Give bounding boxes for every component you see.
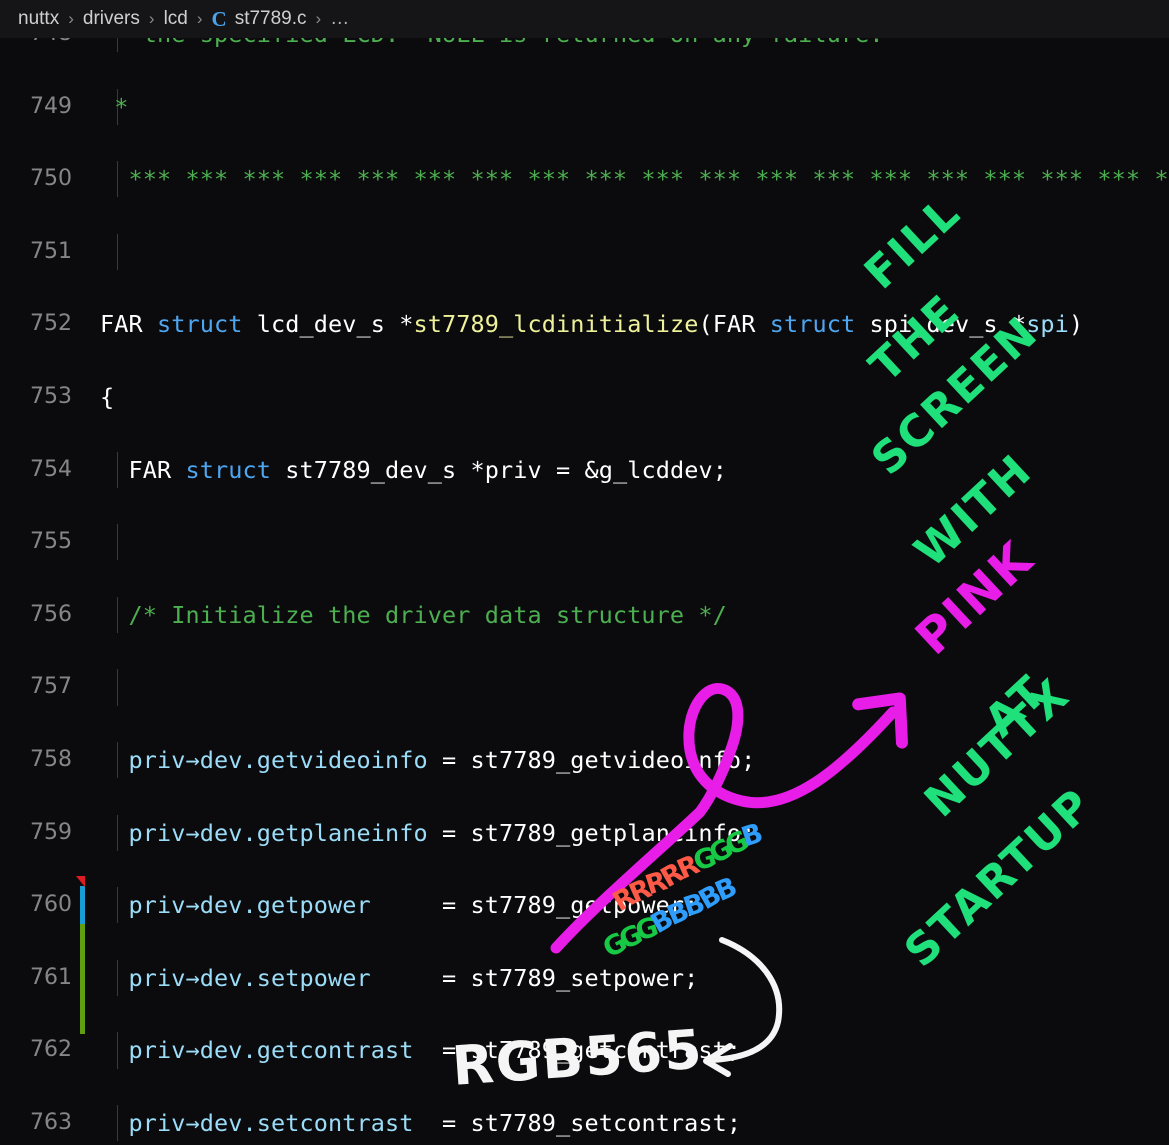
code-lines-container: 748 * the specified LCD. NULL is returne…: [0, 38, 1169, 1142]
code-text: * the specified LCD. NULL is returned on…: [100, 38, 884, 52]
line-number: 748: [0, 38, 72, 52]
added-marker[interactable]: [80, 924, 85, 1034]
code-line[interactable]: 760 priv→dev.getpower = st7789_getpower;: [0, 887, 1169, 924]
code-text: priv→dev.getpower = st7789_getpower;: [100, 887, 698, 923]
breadcrumb-separator-icon: ›: [196, 9, 203, 28]
code-text: /* Initialize the driver data structure …: [100, 597, 727, 633]
token: = st7789_getcontrast;: [413, 1036, 742, 1065]
line-number: 756: [30, 601, 72, 627]
line-number: 762: [30, 1037, 72, 1063]
line-number: 760: [30, 892, 72, 918]
code-line[interactable]: 761 priv→dev.setpower = st7789_setpower;: [0, 959, 1169, 997]
breadcrumb-item-file[interactable]: st7789.c: [235, 8, 307, 30]
code-line[interactable]: 750 *** *** *** *** *** *** *** *** *** …: [0, 161, 1169, 198]
code-text: {: [100, 379, 114, 415]
token: *** *** *** *** *** *** *** *** *** *** …: [128, 165, 1169, 194]
token: FAR: [100, 310, 157, 339]
c-file-icon: C: [211, 6, 227, 31]
indent-guide: [117, 233, 118, 271]
line-number: 751: [30, 238, 72, 264]
code-text: FAR struct lcd_dev_s *st7789_lcdinitiali…: [100, 306, 1083, 342]
token: spi_dev_s *: [855, 310, 1027, 339]
token: struct: [157, 310, 243, 339]
code-line[interactable]: 748 * the specified LCD. NULL is returne…: [0, 38, 1169, 53]
code-line[interactable]: 752 FAR struct lcd_dev_s *st7789_lcdiniti…: [0, 306, 1169, 342]
code-line[interactable]: 756 /* Initialize the driver data struct…: [0, 596, 1169, 634]
token: = st7789_getpower;: [370, 891, 699, 920]
line-number: 761: [30, 964, 72, 990]
code-text: *** *** *** *** *** *** *** *** *** *** …: [100, 161, 1169, 197]
token: * the specified LCD. NULL is returned on…: [100, 38, 884, 48]
token: priv→dev.setcontrast: [100, 1108, 414, 1137]
token: = st7789_setcontrast;: [413, 1108, 742, 1137]
code-line[interactable]: 762 priv→dev.getcontrast = st7789_getcon…: [0, 1032, 1169, 1069]
line-number: 755: [30, 529, 72, 555]
token: {: [100, 382, 115, 411]
token: spi: [1026, 310, 1069, 339]
breadcrumb-item-nuttx[interactable]: nuttx: [18, 8, 59, 30]
code-line[interactable]: 757: [0, 669, 1169, 706]
line-number: 759: [30, 819, 72, 845]
line-number: 754: [30, 456, 72, 482]
code-text: priv→dev.setcontrast = st7789_setcontras…: [100, 1105, 741, 1141]
breadcrumb-separator-icon: ›: [68, 9, 74, 28]
token: *: [100, 92, 129, 121]
line-number: 758: [30, 746, 72, 772]
token: struct: [769, 310, 856, 339]
editor-screenshot: nuttx › drivers › lcd › C st7789.c › … 7…: [0, 0, 1169, 1145]
token: lcd_dev_s *: [242, 310, 414, 339]
breadcrumb-separator-icon: ›: [315, 9, 322, 28]
token: st7789_lcdinitialize: [413, 310, 699, 339]
token: priv→dev.getpower: [100, 891, 371, 920]
breadcrumb[interactable]: nuttx › drivers › lcd › C st7789.c › …: [0, 0, 1169, 38]
code-line[interactable]: 758 priv→dev.getvideoinfo = st7789_getvi…: [0, 741, 1169, 779]
code-text: priv→dev.getvideoinfo = st7789_getvideoi…: [100, 742, 755, 778]
code-editor[interactable]: 748 * the specified LCD. NULL is returne…: [0, 38, 1169, 1145]
code-line[interactable]: 759 priv→dev.getplaneinfo = st7789_getpl…: [0, 814, 1169, 851]
code-text: priv→dev.getplaneinfo = st7789_getplanei…: [100, 815, 755, 851]
code-line[interactable]: 749 *: [0, 88, 1169, 125]
token: priv→dev.getvideoinfo: [100, 745, 428, 774]
token: (FAR: [698, 310, 770, 339]
line-number: 757: [30, 674, 72, 700]
indent-guide: [117, 524, 118, 561]
token: priv→dev.getcontrast: [100, 1036, 414, 1065]
line-number: 752: [30, 311, 72, 337]
code-text: priv→dev.getcontrast = st7789_getcontras…: [100, 1032, 741, 1068]
token: struct: [185, 455, 271, 484]
deleted-lines-marker-icon[interactable]: [76, 876, 85, 887]
code-text: FAR struct st7789_dev_s *priv = &g_lcdde…: [100, 452, 727, 488]
token: = st7789_getplaneinfo;: [427, 818, 756, 847]
token: = st7789_getvideoinfo;: [427, 745, 756, 774]
code-line[interactable]: 753 {: [0, 379, 1169, 415]
breadcrumb-overflow[interactable]: …: [330, 8, 350, 30]
line-number: 750: [30, 166, 72, 192]
token: st7789_dev_s *priv = &g_lcddev;: [271, 455, 727, 484]
code-text: *: [100, 89, 129, 125]
breadcrumb-item-lcd[interactable]: lcd: [164, 8, 188, 30]
token: FAR: [100, 455, 186, 484]
line-number: 749: [30, 93, 72, 119]
token: /* Initialize the driver data structure …: [100, 600, 727, 629]
line-number: 753: [30, 383, 72, 409]
code-line[interactable]: 754 FAR struct st7789_dev_s *priv = &g_l…: [0, 451, 1169, 488]
token: priv→dev.setpower: [100, 963, 371, 992]
code-line[interactable]: 755: [0, 524, 1169, 561]
token: priv→dev.getplaneinfo: [100, 818, 428, 847]
token: ): [1068, 310, 1084, 339]
modified-marker[interactable]: [80, 886, 85, 924]
token: = st7789_setpower;: [370, 963, 699, 992]
line-number: 763: [30, 1109, 72, 1135]
breadcrumb-item-drivers[interactable]: drivers: [83, 8, 140, 30]
code-text: priv→dev.setpower = st7789_setpower;: [100, 960, 698, 996]
code-line[interactable]: 763 priv→dev.setcontrast = st7789_setcon…: [0, 1104, 1169, 1142]
indent-guide: [117, 669, 118, 706]
breadcrumb-separator-icon: ›: [148, 9, 155, 28]
code-line[interactable]: 751: [0, 233, 1169, 271]
